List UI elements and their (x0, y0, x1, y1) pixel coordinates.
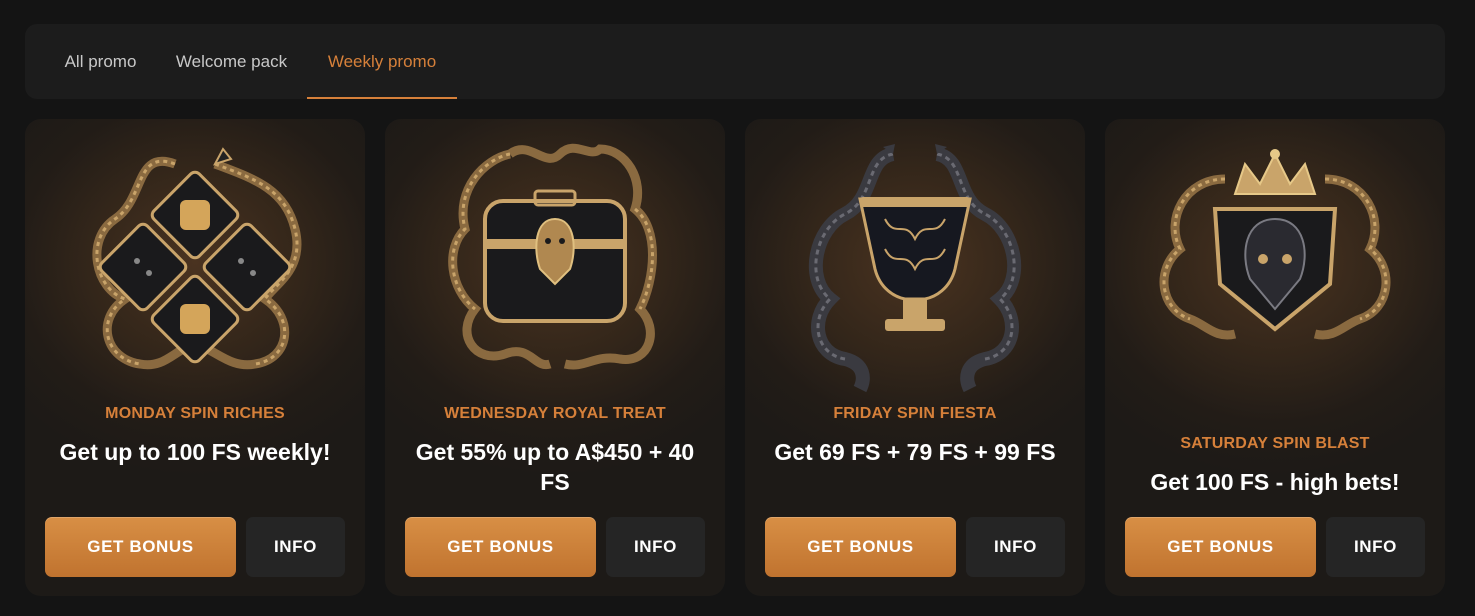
promo-card-wednesday: WEDNESDAY ROYAL TREAT Get 55% up to A$45… (385, 119, 725, 596)
tab-welcome-pack[interactable]: Welcome pack (170, 24, 293, 99)
tab-weekly-promo[interactable]: Weekly promo (307, 24, 457, 99)
info-button[interactable]: INFO (966, 517, 1065, 577)
card-title: MONDAY SPIN RICHES (105, 405, 285, 422)
card-description: Get 55% up to A$450 + 40 FS (415, 439, 695, 495)
card-title: SATURDAY SPIN BLAST (1180, 435, 1370, 452)
get-bonus-button[interactable]: GET BONUS (45, 517, 236, 577)
tab-all-promo[interactable]: All promo (58, 24, 143, 99)
get-bonus-button[interactable]: GET BONUS (1125, 517, 1316, 577)
get-bonus-button[interactable]: GET BONUS (765, 517, 956, 577)
promo-card-monday: MONDAY SPIN RICHES Get up to 100 FS week… (25, 119, 365, 596)
card-description: Get 69 FS + 79 FS + 99 FS (774, 439, 1056, 465)
info-button[interactable]: INFO (246, 517, 345, 577)
snake-chest-icon (385, 119, 725, 409)
card-description: Get 100 FS - high bets! (1150, 469, 1400, 495)
get-bonus-button[interactable]: GET BONUS (405, 517, 596, 577)
snake-dice-icon (25, 119, 365, 409)
snake-crown-icon (1105, 119, 1445, 409)
card-title: WEDNESDAY ROYAL TREAT (444, 405, 666, 422)
promo-card-friday: FRIDAY SPIN FIESTA Get 69 FS + 79 FS + 9… (745, 119, 1085, 596)
promo-card-saturday: SATURDAY SPIN BLAST Get 100 FS - high be… (1105, 119, 1445, 596)
promo-tabs: All promo Welcome pack Weekly promo (25, 24, 1445, 99)
info-button[interactable]: INFO (606, 517, 705, 577)
card-title: FRIDAY SPIN FIESTA (833, 405, 997, 422)
snake-goblet-icon (745, 119, 1085, 409)
info-button[interactable]: INFO (1326, 517, 1425, 577)
card-description: Get up to 100 FS weekly! (59, 439, 331, 465)
